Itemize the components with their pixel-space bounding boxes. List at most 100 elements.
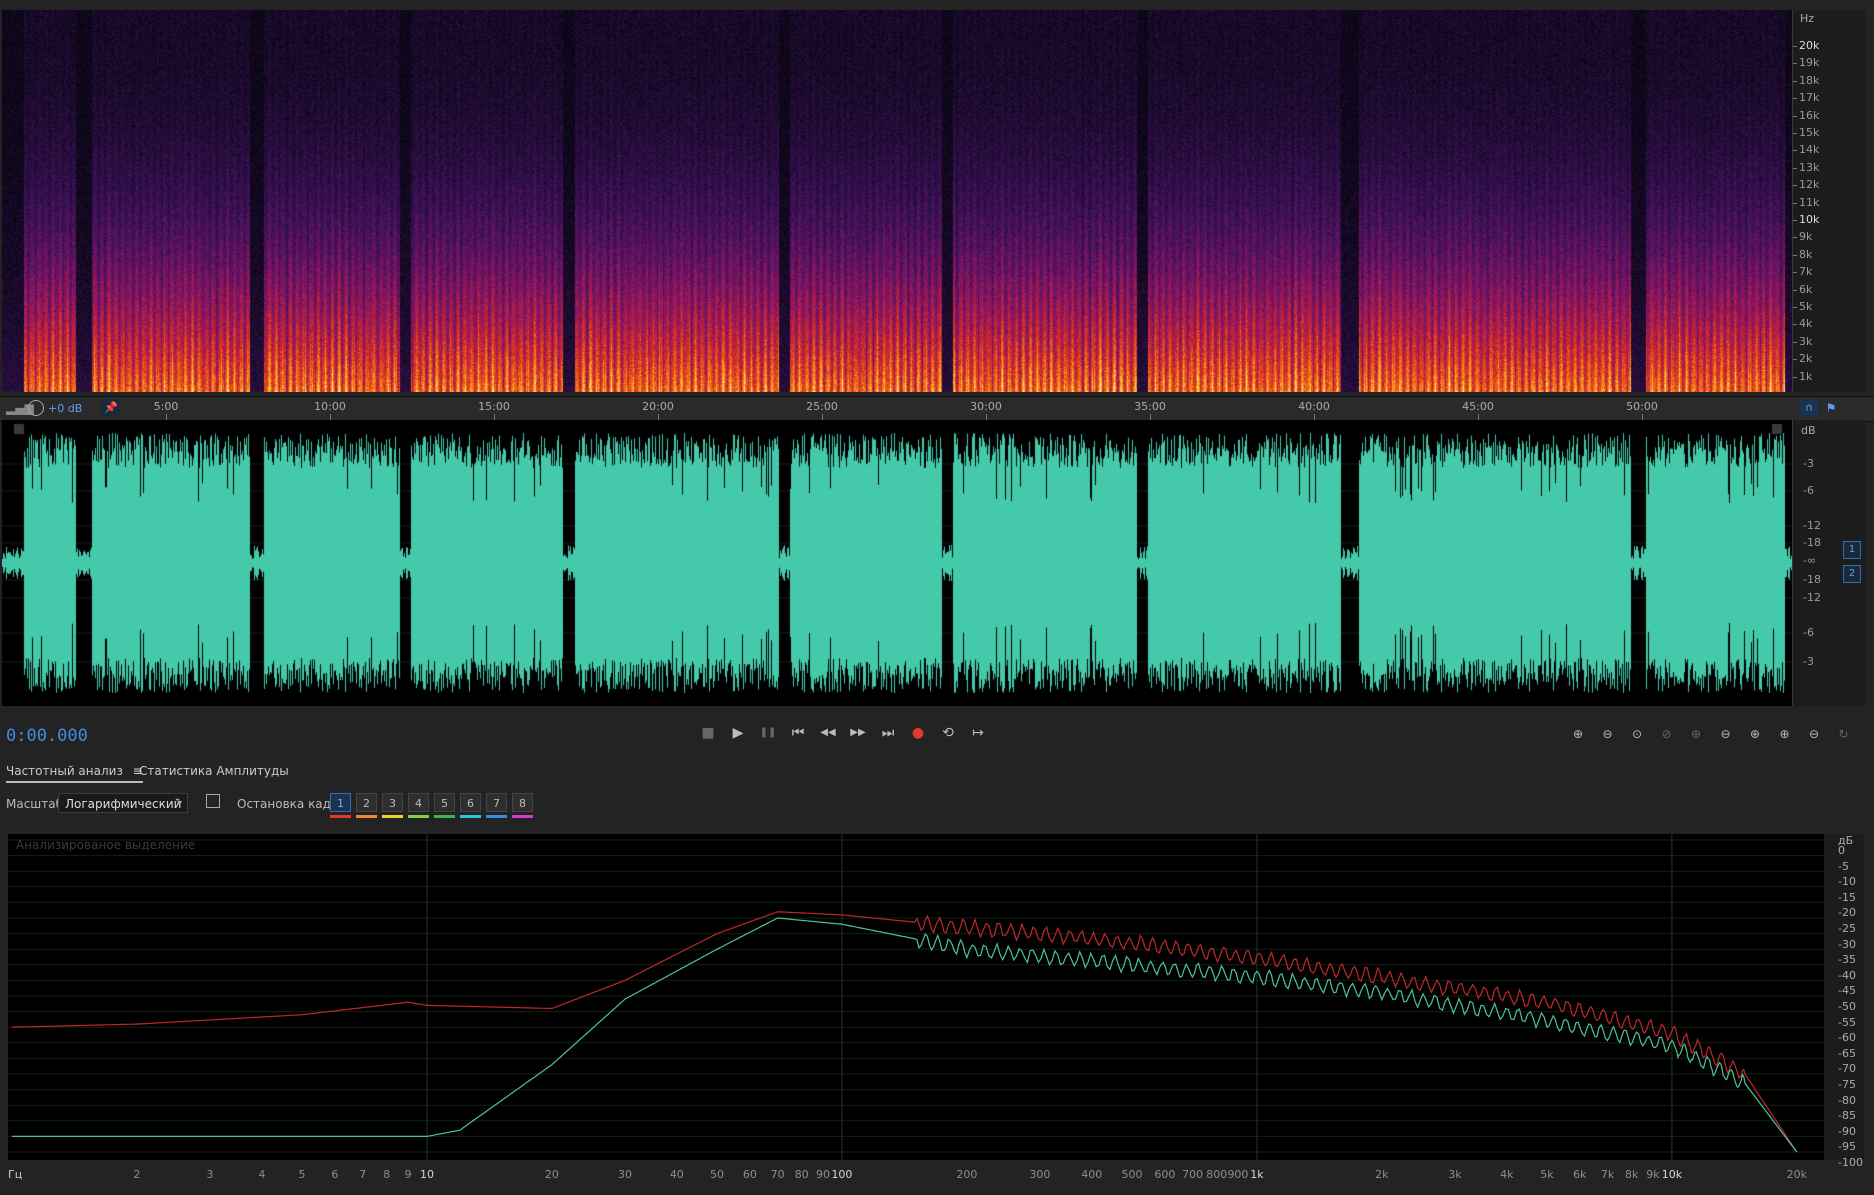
hz-tick-label: 8 <box>383 1168 391 1181</box>
spectral-frequency-display[interactable] <box>2 10 1792 392</box>
zoom-in-right-icon[interactable]: ⊕ <box>1773 723 1797 745</box>
frequency-tick-label: 6k <box>1792 282 1813 296</box>
waveform-display[interactable] <box>2 420 1792 706</box>
stop-button[interactable]: ■ <box>697 722 719 744</box>
hz-tick-label: 7 <box>359 1168 367 1181</box>
db-tick-label: -95 <box>1838 1140 1856 1154</box>
marker-icon[interactable]: ⚑ <box>1822 399 1840 417</box>
freeze-frame-5-button[interactable]: 5 <box>434 793 455 812</box>
time-tick-label: 15:00 <box>478 400 510 413</box>
chevron-down-icon: ▾ <box>176 798 182 809</box>
skip-button[interactable]: ↦ <box>967 722 989 744</box>
pause-button[interactable]: ❚❚ <box>757 722 779 744</box>
freeze-frame-6-color <box>460 815 481 818</box>
db-tick-label: -100 <box>1838 1156 1863 1169</box>
time-tick-label: 50:00 <box>1626 400 1658 413</box>
frequency-tick-label: 14k <box>1792 143 1820 157</box>
freeze-frame-8-color <box>512 815 533 818</box>
db-tick-label: -80 <box>1838 1093 1856 1107</box>
hz-tick-label: 4k <box>1500 1168 1514 1181</box>
timecode-display[interactable]: 0:00.000 <box>6 726 88 746</box>
freeze-frame-1-button[interactable]: 1 <box>330 793 351 812</box>
freeze-frame-7-button[interactable]: 7 <box>486 793 507 812</box>
hz-tick-label: 300 <box>1029 1168 1051 1181</box>
zoom-reset-icon[interactable]: ↻ <box>1832 723 1856 745</box>
freeze-frame-1-color <box>330 815 351 818</box>
freeze-frame-3-button[interactable]: 3 <box>382 793 403 812</box>
frequency-tick-label: 19k <box>1792 56 1820 70</box>
tab-frequency-analysis[interactable]: Частотный анализ ≡ <box>6 764 143 783</box>
record-button[interactable]: ● <box>907 722 929 744</box>
db-tick-label: -60 <box>1838 1031 1856 1045</box>
gain-value[interactable]: +0 dB <box>48 402 82 415</box>
hz-tick-label: 8k <box>1625 1168 1639 1181</box>
hz-tick-label: 20k <box>1786 1168 1807 1181</box>
loop-button[interactable]: ⟲ <box>937 722 959 744</box>
hz-tick-label: 30 <box>617 1168 632 1181</box>
tab-amplitude-statistics[interactable]: Статистика Амплитуды <box>139 764 289 778</box>
hz-tick-label: 50 <box>710 1168 725 1181</box>
hz-tick-label: 80 <box>794 1168 809 1181</box>
frequency-tick-label: 1k <box>1792 369 1813 383</box>
hz-axis-unit: Гц <box>8 1168 23 1181</box>
pin-icon[interactable]: 📌 <box>102 399 120 417</box>
freeze-frame-7-color <box>486 815 507 818</box>
frequency-tick-label: 20k <box>1792 39 1820 52</box>
db-tick-label: -65 <box>1838 1046 1856 1060</box>
freeze-frame-6-button[interactable]: 6 <box>460 793 481 812</box>
amplitude-axis: dB -3 -6 -12 -18 -∞ -18 -12 -6 -3 1 2 <box>1792 420 1865 706</box>
zoom-fit-icon[interactable]: ⊖ <box>1802 723 1826 745</box>
freeze-frame-8-button[interactable]: 8 <box>512 793 533 812</box>
zoom-in-amplitude-icon[interactable]: ⊕ <box>1566 723 1590 745</box>
play-button[interactable]: ▶ <box>727 722 749 744</box>
amplitude-tick-label: -12 <box>1803 519 1821 532</box>
fast-forward-button[interactable]: ▶▶ <box>847 722 869 744</box>
freeze-frame-2-button[interactable]: 2 <box>356 793 377 812</box>
gain-knob-icon[interactable] <box>28 400 44 416</box>
frequency-tick-label: 18k <box>1792 73 1820 87</box>
amplitude-tick-label: -18 <box>1803 573 1821 586</box>
hz-tick-label: 5 <box>298 1168 306 1181</box>
hz-tick-label: 600 <box>1154 1168 1176 1181</box>
zoom-out-full-icon[interactable]: ⊘ <box>1655 723 1679 745</box>
frequency-tick-label: 2k <box>1792 352 1813 366</box>
hz-tick-label: 5k <box>1540 1168 1554 1181</box>
move-to-start-button[interactable]: ⏮ <box>787 722 809 744</box>
amplitude-tick-label: -3 <box>1803 655 1814 668</box>
zoom-out-time-icon[interactable]: ⊖ <box>1714 723 1738 745</box>
hz-tick-label: 10 <box>419 1168 434 1181</box>
amplitude-tick-label: -6 <box>1803 484 1814 497</box>
zoom-in-time-icon[interactable]: ⊕ <box>1684 723 1708 745</box>
frequency-axis: 20k 19k 18k 17k 16k 15k 14k 13k 12k 11k 10k 9k 8k 7k 6… <box>1792 10 1865 392</box>
freeze-frame-4-color <box>408 815 429 818</box>
amplitude-tick-label: -12 <box>1803 591 1821 604</box>
move-to-end-button[interactable]: ⏭ <box>877 722 899 744</box>
channel-1-badge[interactable]: 1 <box>1843 541 1861 559</box>
zoom-selection-icon[interactable]: ⊙ <box>1625 723 1649 745</box>
freeze-frame-4-button[interactable]: 4 <box>408 793 429 812</box>
freeze-frame-icon[interactable] <box>206 794 220 808</box>
channel-2-badge[interactable]: 2 <box>1843 565 1861 583</box>
db-tick-label: -55 <box>1838 1015 1856 1029</box>
frequency-analysis-graph[interactable] <box>8 834 1824 1160</box>
frequency-tick-label: 10k <box>1792 213 1820 226</box>
frequency-axis-unit: Hz <box>1800 12 1815 25</box>
time-ruler[interactable]: ▂▄▆ +0 dB 📌 ∩ ⚑ 5:00 10:00 15:00 20:00 25:00… <box>0 396 1874 422</box>
hz-tick-label: 70 <box>770 1168 785 1181</box>
db-tick-label: -30 <box>1838 937 1856 951</box>
db-tick-label: -35 <box>1838 953 1856 967</box>
scale-dropdown[interactable]: Логарифмический ▾ <box>58 793 188 813</box>
hz-tick-label: 7k <box>1600 1168 1615 1181</box>
zoom-in-left-icon[interactable]: ⊕ <box>1743 723 1767 745</box>
db-tick-label: -70 <box>1838 1062 1856 1076</box>
time-tick-label: 10:00 <box>314 400 346 413</box>
hz-tick-label: 2 <box>133 1168 141 1181</box>
time-tick-label: 40:00 <box>1298 400 1330 413</box>
zoom-out-amplitude-icon[interactable]: ⊖ <box>1596 723 1620 745</box>
frequency-tick-label: 7k <box>1792 265 1813 279</box>
hz-tick-label: 100 <box>831 1168 853 1181</box>
rewind-button[interactable]: ◀◀ <box>817 722 839 744</box>
hz-tick-label: 500 <box>1121 1168 1143 1181</box>
headphones-icon[interactable]: ∩ <box>1800 399 1818 417</box>
frequency-tick-label: 8k <box>1792 247 1813 261</box>
